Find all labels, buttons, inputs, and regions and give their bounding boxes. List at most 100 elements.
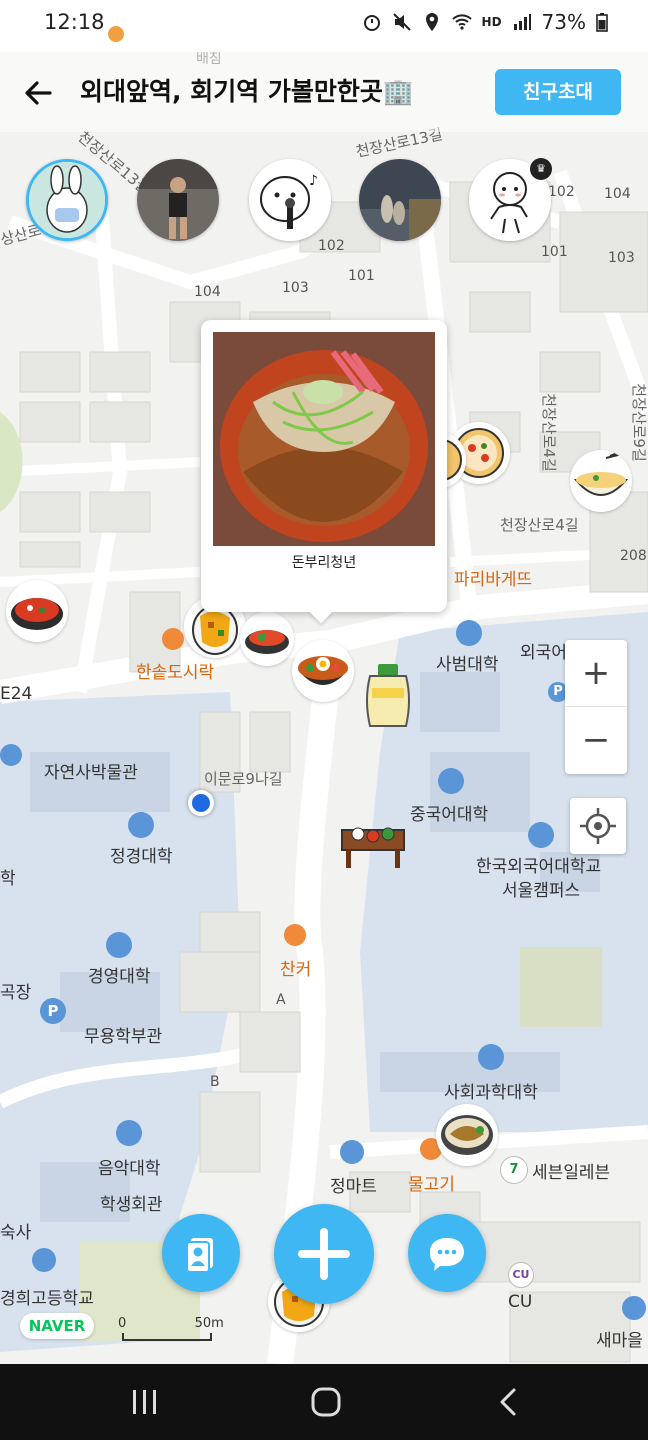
back-nav-icon[interactable] <box>494 1386 524 1418</box>
contact-card-icon <box>186 1238 213 1273</box>
building-number: 103 <box>282 280 309 296</box>
place-label[interactable]: 서울캠퍼스 <box>502 876 580 901</box>
gym-photo-avatar-icon <box>137 159 219 241</box>
zoom-controls: + − <box>565 640 627 774</box>
place-photo[interactable] <box>213 332 435 546</box>
place-label[interactable]: 학 <box>0 864 16 889</box>
zoom-in-button[interactable]: + <box>565 640 627 707</box>
store-pin-icon[interactable] <box>340 1140 364 1164</box>
building-number: 104 <box>604 186 631 202</box>
wifi-icon <box>451 14 472 30</box>
crosshair-icon <box>580 808 616 844</box>
status-time: 12:18 <box>44 10 105 34</box>
place-label[interactable]: 경영대학 <box>88 962 151 987</box>
road-label: 이문로9나길 <box>204 770 283 788</box>
building-number: 101 <box>348 268 375 284</box>
table-meal-icon <box>341 827 405 868</box>
place-label[interactable]: 한국외국어대학교 <box>476 852 601 877</box>
back-arrow-icon[interactable] <box>20 74 58 112</box>
street-photo-avatar-icon <box>359 159 441 241</box>
food-marker-stew[interactable] <box>6 580 68 642</box>
donburi-photo-image <box>213 332 435 546</box>
place-name: 돈부리청년 <box>291 555 357 571</box>
add-place-button[interactable] <box>274 1204 374 1304</box>
app-screen: 12:18 HD 73% 천장산로13길 천장산로13길 천장산로4길 천장산로… <box>0 0 648 1440</box>
building-number: 102 <box>548 184 575 200</box>
svg-text:♪: ♪ <box>309 173 318 189</box>
status-bar: 12:18 HD 73% <box>0 0 648 52</box>
friend-avatar[interactable] <box>137 159 219 241</box>
seven-eleven-icon[interactable]: 7 <box>500 1156 528 1184</box>
place-label[interactable]: CU <box>508 1292 532 1312</box>
stew-icon <box>11 598 63 630</box>
university-pin-icon[interactable] <box>478 1044 504 1070</box>
place-label[interactable]: 외국어 <box>520 638 567 663</box>
restaurant-pin-icon[interactable] <box>284 924 306 946</box>
contacts-button[interactable] <box>162 1214 240 1292</box>
app-notification-icon <box>108 26 124 42</box>
grilled-fish-icon <box>441 1115 493 1155</box>
place-popup-card[interactable]: 돈부리청년 <box>201 320 447 624</box>
place-label[interactable]: 새마을 <box>596 1326 643 1351</box>
recent-apps-icon[interactable] <box>128 1386 162 1418</box>
parking-icon[interactable]: P <box>40 998 66 1024</box>
friend-avatar[interactable]: ♪ <box>249 159 331 241</box>
bank-pin-icon[interactable] <box>622 1296 646 1320</box>
place-label[interactable]: 자연사박물관 <box>44 758 138 783</box>
place-label[interactable]: 경희고등학교 <box>0 1284 94 1309</box>
university-pin-icon[interactable] <box>128 812 154 838</box>
invite-friend-button[interactable]: 친구초대 <box>495 69 621 115</box>
food-marker-grill[interactable] <box>436 1104 498 1166</box>
hd-voice-label: HD <box>481 15 502 29</box>
battery-icon <box>596 13 608 32</box>
food-marker-noodles[interactable] <box>570 450 632 512</box>
building-number: 103 <box>608 250 635 266</box>
friend-avatar[interactable] <box>359 159 441 241</box>
food-marker-table-set[interactable] <box>338 816 408 872</box>
place-label[interactable]: 정마트 <box>330 1172 377 1197</box>
place-label-chanker[interactable]: 찬커 <box>280 955 311 980</box>
zoom-out-button[interactable]: − <box>565 707 627 773</box>
map-view[interactable]: 천장산로13길 천장산로13길 천장산로4길 천장산로4길 상산로 이문로9나길… <box>0 52 648 1364</box>
place-label[interactable]: 학생회관 <box>100 1190 163 1215</box>
place-label[interactable]: 사범대학 <box>436 650 499 675</box>
university-pin-icon[interactable] <box>116 1120 142 1146</box>
cu-store-icon[interactable]: CU <box>508 1262 534 1288</box>
my-location-button[interactable] <box>570 798 626 854</box>
place-label[interactable]: 숙사 <box>0 1218 31 1243</box>
friend-avatar[interactable] <box>26 159 108 241</box>
owner-crown-icon: ♛ <box>530 158 552 180</box>
place-label-paris-baguette[interactable]: 파리바게뜨 <box>454 565 532 590</box>
place-label[interactable]: 무용학부관 <box>84 1022 162 1047</box>
road-label: 천장산로4길 <box>500 516 579 534</box>
top-header: 외대앞역, 회기역 가볼만한곳🏢 친구초대 <box>0 52 648 132</box>
home-icon[interactable] <box>309 1386 343 1418</box>
place-label-fish[interactable]: 물고기 <box>408 1170 455 1195</box>
status-icons: HD 73% <box>362 8 608 36</box>
building-number: 208 <box>620 548 647 564</box>
food-marker-bowl[interactable] <box>240 612 294 666</box>
university-pin-icon[interactable] <box>106 932 132 958</box>
university-pin-icon[interactable] <box>528 822 554 848</box>
museum-pin-icon[interactable] <box>0 744 22 766</box>
place-label[interactable]: 음악대학 <box>98 1154 161 1179</box>
place-label-hansot[interactable]: 한솥도시락 <box>136 658 214 683</box>
current-location-dot <box>188 790 214 816</box>
place-label[interactable]: 곡장 <box>0 978 31 1003</box>
place-label[interactable]: 사회과학대학 <box>444 1078 538 1103</box>
place-label[interactable]: 세븐일레븐 <box>532 1158 610 1183</box>
food-marker-bibimbap[interactable] <box>292 640 354 702</box>
map-scale: 0 50m <box>118 1316 224 1341</box>
scale-zero: 0 <box>118 1316 127 1331</box>
food-marker-banana-milk[interactable] <box>360 660 416 730</box>
university-pin-icon[interactable] <box>438 768 464 794</box>
school-pin-icon[interactable] <box>32 1248 56 1272</box>
university-pin-icon[interactable] <box>456 620 482 646</box>
place-label[interactable]: 중국어대학 <box>410 800 488 825</box>
alarm-icon <box>363 15 380 31</box>
restaurant-pin-icon[interactable] <box>162 628 184 650</box>
place-label[interactable]: 정경대학 <box>110 842 173 867</box>
rabbit-avatar-icon <box>29 162 105 238</box>
place-label[interactable]: E24 <box>0 684 32 704</box>
chat-button[interactable] <box>408 1214 486 1292</box>
